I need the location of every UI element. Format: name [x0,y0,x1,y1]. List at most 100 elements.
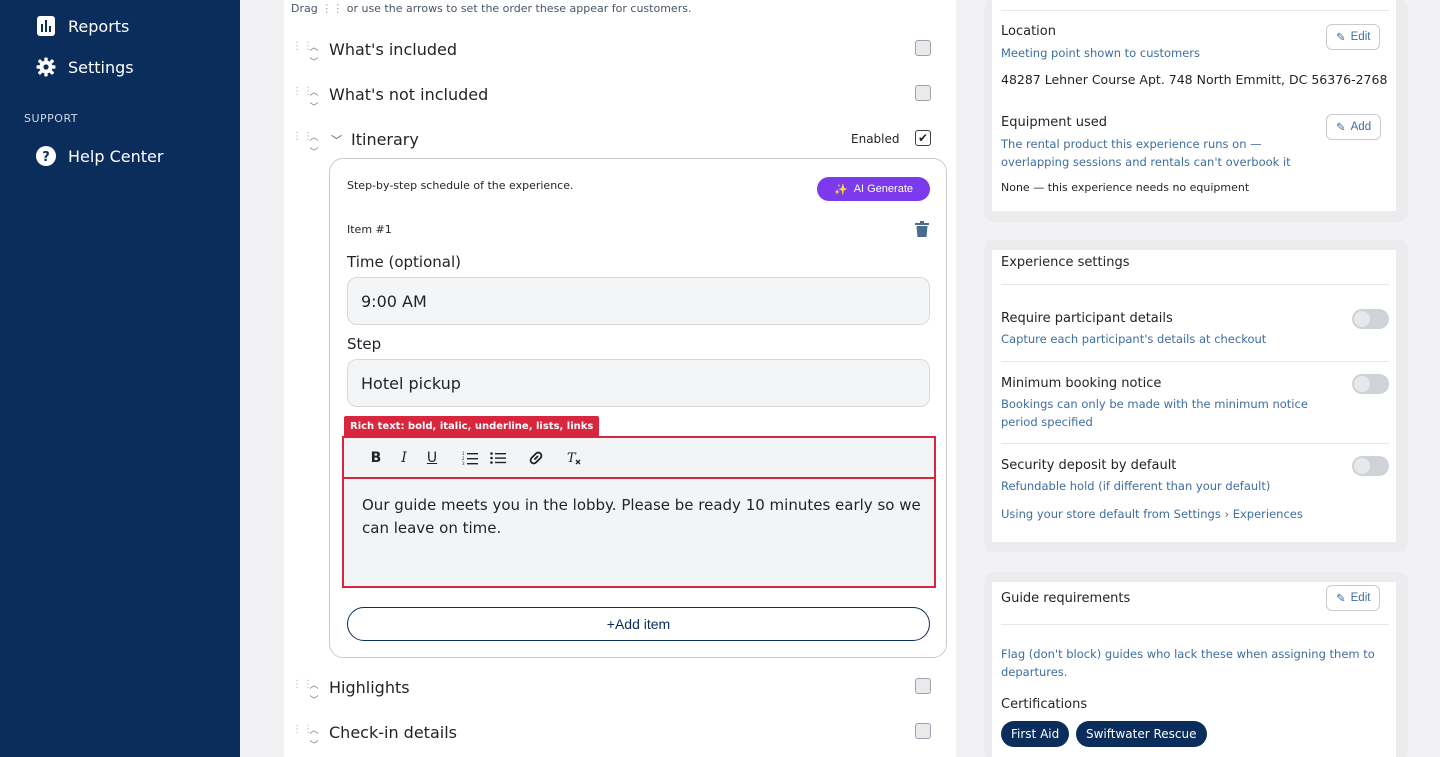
time-input[interactable]: 9:00 AM [347,277,930,325]
sidebar-item-help-center[interactable]: ? Help Center [36,146,163,166]
arrow-up-icon[interactable]: ︿ [309,40,318,53]
certifications-label: Certifications [1001,697,1088,712]
section-checkbox[interactable] [915,40,931,56]
section-row-whats-not-included: ⋮⋮ ︿ ﹀ What's not included [284,85,956,125]
sidebar: Reports Settings SUPPORT ? Help Center [0,0,240,757]
divider [1001,284,1389,285]
guide-requirements-edit-button[interactable]: ✎ Edit [1326,585,1381,611]
sidebar-item-settings[interactable]: Settings [36,57,134,77]
pencil-icon: ✎ [1336,32,1346,44]
setting-title: Require participant details [1001,311,1173,326]
section-checkbox[interactable]: ✔ [915,130,931,146]
drag-handle-icon[interactable]: ⋮⋮ [292,680,313,696]
bullet-list-icon[interactable] [484,448,512,468]
setting-title: Security deposit by default [1001,458,1177,473]
divider [1001,443,1389,444]
gear-icon [36,57,56,77]
section-row-highlights: ⋮⋮ ︿ ﹀ Highlights [284,678,956,718]
drag-handle-icon[interactable]: ⋮⋮ [292,42,313,58]
rich-text-content[interactable]: Our guide meets you in the lobby. Please… [362,494,922,540]
trash-icon[interactable] [915,221,929,237]
ai-generate-button[interactable]: ✨ AI Generate [817,177,930,201]
arrow-down-icon[interactable]: ﹀ [309,100,318,113]
certification-pill: Swiftwater Rescue [1076,721,1207,747]
sidebar-item-reports[interactable]: Reports [36,16,129,36]
arrow-down-icon[interactable]: ﹀ [309,55,318,68]
security-deposit-toggle[interactable] [1352,456,1389,476]
clear-format-icon[interactable]: T [560,448,588,468]
arrow-up-icon[interactable]: ︿ [309,85,318,98]
help-icon: ? [36,146,56,166]
certification-pill: First Aid [1001,721,1070,747]
reorder-arrows[interactable]: ︿ ﹀ [309,678,319,706]
pencil-icon: ✎ [1336,593,1346,605]
sidebar-item-label: Settings [68,57,134,77]
section-title: Highlights [329,678,410,697]
divider [1001,10,1389,11]
divider [1001,361,1389,362]
section-title: What's not included [329,85,489,104]
rich-text-toolbar: B I U 123 T [344,438,934,479]
drag-handle-icon[interactable]: ⋮⋮ [292,725,313,741]
equipment-add-button[interactable]: ✎ Add [1326,114,1382,140]
chevron-down-icon[interactable]: ﹀ [331,132,342,148]
enabled-label: Enabled [851,132,900,146]
section-checkbox[interactable] [915,678,931,694]
bold-button[interactable]: B [362,448,390,468]
time-label: Time (optional) [347,253,461,271]
section-title: Itinerary [351,130,419,149]
drag-handle-icon[interactable]: ⋮⋮ [292,87,313,103]
reorder-arrows[interactable]: ︿ ﹀ [309,723,319,751]
equipment-subtitle: The rental product this experience runs … [1001,137,1291,169]
location-subtitle: Meeting point shown to customers [1001,46,1201,60]
svg-text:?: ? [42,150,50,165]
store-default-link[interactable]: Using your store default from Settings ›… [1001,505,1303,523]
itinerary-description: Step-by-step schedule of the experience. [347,179,574,192]
section-row-check-in-details: ⋮⋮ ︿ ﹀ Check-in details [284,723,956,757]
setting-subtitle: Refundable hold (if different than your … [1001,479,1271,493]
support-heading: SUPPORT [24,112,79,125]
underline-button[interactable]: U [418,448,446,468]
checkmark-icon: ✔ [917,131,929,145]
guide-requirements-subtitle: Flag (don't block) guides who lack these… [1001,647,1375,679]
section-title: What's included [329,40,457,59]
setting-subtitle: Bookings can only be made with the minim… [1001,397,1308,429]
arrow-up-icon[interactable]: ︿ [309,723,318,736]
arrow-down-icon[interactable]: ﹀ [309,693,318,706]
participant-details-toggle[interactable] [1352,309,1389,329]
guide-requirements-title: Guide requirements [1001,591,1131,606]
arrow-down-icon[interactable]: ﹀ [309,145,318,158]
link-icon[interactable] [522,448,550,468]
reorder-arrows[interactable]: ︿ ﹀ [309,130,319,158]
divider [1001,624,1389,625]
equipment-title: Equipment used [1001,115,1107,130]
setting-title: Minimum booking notice [1001,376,1162,391]
ordered-list-icon[interactable]: 123 [456,448,484,468]
location-address: 48287 Lehner Course Apt. 748 North Emmit… [1001,72,1388,87]
rich-text-tag: Rich text: bold, italic, underline, list… [344,416,600,436]
reorder-hint: Drag ⋮⋮ or use the arrows to set the ord… [291,2,692,15]
location-edit-button[interactable]: ✎ Edit [1326,24,1381,50]
arrow-down-icon[interactable]: ﹀ [309,738,318,751]
step-label: Step [347,335,382,353]
section-checkbox[interactable] [915,723,931,739]
arrow-up-icon[interactable]: ︿ [309,130,318,143]
section-checkbox[interactable] [915,85,931,101]
reorder-arrows[interactable]: ︿ ﹀ [309,85,319,113]
italic-button[interactable]: I [390,448,418,468]
svg-text:T: T [567,451,577,466]
minimum-notice-toggle[interactable] [1352,374,1389,394]
drag-handle-icon[interactable]: ⋮⋮ [292,132,313,148]
sidebar-item-label: Help Center [68,146,164,166]
svg-text:3: 3 [462,461,465,465]
reports-icon [36,16,56,36]
location-title: Location [1001,24,1056,39]
add-item-button[interactable]: +Add item [347,607,930,641]
section-row-whats-included: ⋮⋮ ︿ ﹀ What's included [284,40,956,80]
experience-settings-title: Experience settings [1001,255,1130,270]
setting-subtitle: Capture each participant's details at ch… [1001,332,1267,346]
item-label: Item #1 [347,223,392,236]
reorder-arrows[interactable]: ︿ ﹀ [309,40,319,68]
arrow-up-icon[interactable]: ︿ [309,678,318,691]
step-input[interactable]: Hotel pickup [347,359,930,407]
